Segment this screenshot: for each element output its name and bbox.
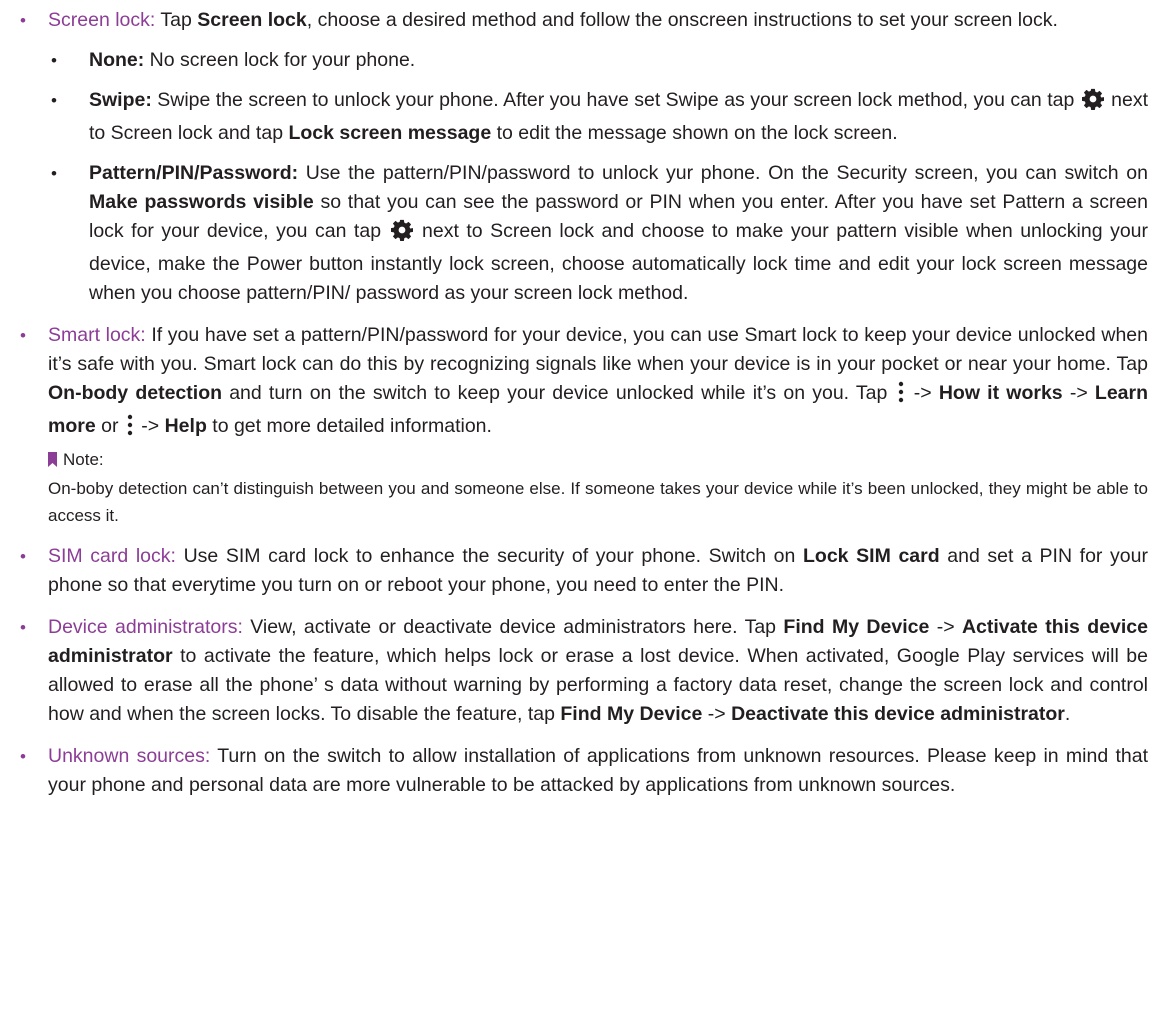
term-pattern: Pattern/PIN/Password: [89,162,299,184]
gear-icon [1081,88,1104,119]
sub-item-none: • None: No screen lock for your phone. [48,46,1148,75]
list-item-sim-lock: • SIM card lock: Use SIM card lock to en… [12,542,1148,600]
body-text: , choose a desired method and follow the… [306,9,1058,31]
bold-text: Lock SIM card [803,545,940,567]
note-text: On-boby detection can’t distinguish betw… [48,479,1148,525]
body-text: -> [702,703,732,725]
bold-text: Deactivate this device administrator [731,703,1065,725]
bullet: • [20,547,26,566]
bullet: • [51,51,57,70]
body-text: to edit the message shown on the lock sc… [491,122,898,144]
gear-icon [390,219,413,250]
body-text: -> [929,616,962,638]
note-header: Note: [48,446,1148,475]
bold-text: Help [164,415,207,437]
body-text: . [1064,703,1071,725]
more-vert-icon [126,414,134,445]
body-text: Tap [155,9,198,31]
bookmark-icon [48,448,57,475]
bullet: • [20,747,26,766]
bullet: • [20,326,26,345]
sub-item-pattern: • Pattern/PIN/Password: Use the pattern/… [48,159,1148,308]
bullet: • [20,11,26,30]
body-text: or [95,415,124,437]
body-text: Use the pattern/PIN/password to unlock y… [298,162,1148,184]
term-unknown-sources: Unknown sources: [48,745,211,767]
list-item-device-admin: • Device administrators: View, activate … [12,613,1148,729]
bullet: • [51,164,57,183]
bold-text: How it works [938,382,1063,404]
body-text: Turn on the switch to allow installation… [48,745,1148,796]
bullet: • [20,618,26,637]
term-swipe: Swipe: [89,89,152,111]
body-text: Use SIM card lock to enhance the securit… [175,545,804,567]
term-sim-lock: SIM card lock: [48,545,176,567]
body-text: If you have set a pattern/PIN/password f… [48,324,1148,375]
sub-item-swipe: • Swipe: Swipe the screen to unlock your… [48,86,1148,148]
list-item-screen-lock: • Screen lock: Tap Screen lock, choose a… [12,6,1148,308]
bold-text: On-body detection [48,382,223,404]
bold-text: Find My Device [560,703,703,725]
bold-text: Make passwords visible [89,191,314,213]
list-item-unknown-sources: • Unknown sources: Turn on the switch to… [12,742,1148,800]
body-text: and turn on the switch to keep your devi… [222,382,895,404]
bold-text: Screen lock [197,9,307,31]
term-device-admin: Device administrators: [48,616,243,638]
manual-page: • Screen lock: Tap Screen lock, choose a… [0,0,1158,800]
more-vert-icon [897,381,905,412]
body-text: -> [1062,382,1095,404]
body-text: to get more detailed information. [206,415,492,437]
body-text: No screen lock for your phone. [144,49,416,71]
body-text: Swipe the screen to unlock your phone. A… [151,89,1080,111]
bold-text: Lock screen message [288,122,492,144]
bullet: • [51,91,57,110]
list-item-smart-lock: • Smart lock: If you have set a pattern/… [12,321,1148,529]
term-none: None: [89,49,145,71]
term-smart-lock: Smart lock: [48,324,146,346]
body-text: -> [135,415,165,437]
term-screen-lock: Screen lock: [48,9,156,31]
body-text: -> [906,382,939,404]
body-text: View, activate or deactivate device admi… [242,616,784,638]
bold-text: Find My Device [783,616,930,638]
note-label: Note: [63,450,104,469]
